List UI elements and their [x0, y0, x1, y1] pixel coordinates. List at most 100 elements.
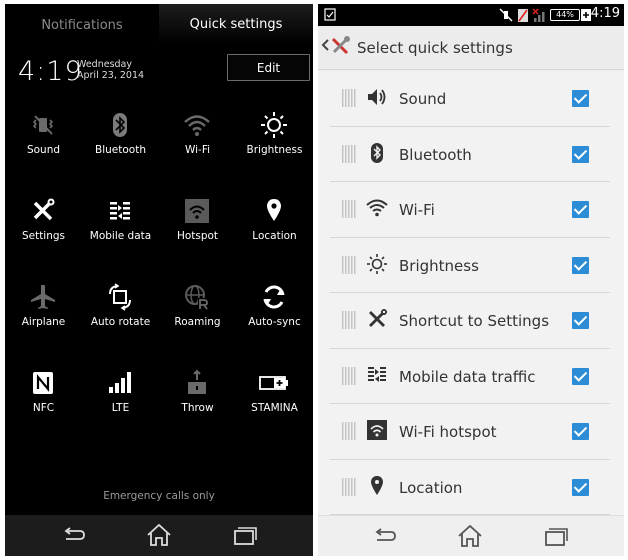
drag-handle-icon[interactable]: [342, 366, 356, 385]
list-item-location[interactable]: Location: [330, 460, 610, 515]
tile-auto-rotate[interactable]: Auto rotate: [82, 278, 159, 340]
nfc-icon: [33, 372, 53, 394]
clock-day: Wednesday: [77, 59, 133, 70]
home-icon[interactable]: [456, 524, 484, 548]
clock-full-date: April 23, 2014: [77, 70, 145, 81]
tile-hotspot[interactable]: Hotspot: [159, 192, 236, 254]
checkbox-bluetooth[interactable]: [572, 145, 589, 163]
clock-time: 4:19: [18, 56, 83, 87]
checkbox-wifi-hotspot[interactable]: [572, 423, 589, 440]
checkbox-shortcut-settings[interactable]: [572, 312, 589, 329]
item-label: Brightness: [399, 256, 479, 275]
tile-label: STAMINA: [251, 402, 298, 414]
item-label: Sound: [399, 90, 447, 108]
tile-auto-sync[interactable]: Auto-sync: [236, 278, 313, 340]
status-bar: 44% 4:19: [318, 4, 624, 26]
list-item-brightness[interactable]: Brightness: [330, 238, 610, 293]
location-icon: [371, 475, 383, 495]
checkbox-brightness[interactable]: [572, 256, 589, 274]
drag-handle-icon[interactable]: [342, 89, 356, 107]
vibrate-off-icon: [32, 115, 54, 135]
tab-quick-settings[interactable]: Quick settings: [159, 4, 313, 46]
emergency-calls-text: Emergency calls only: [103, 490, 215, 502]
vibrate-off-icon: [499, 8, 513, 22]
tile-sound[interactable]: Sound: [5, 106, 82, 168]
status-time: 4:19: [590, 6, 620, 21]
quick-settings-panel: Notifications Quick settings 4:19 Wednes…: [5, 4, 313, 556]
tile-label: Roaming: [174, 316, 221, 328]
tile-mobile-data[interactable]: Mobile data: [82, 192, 159, 254]
back-icon[interactable]: [371, 524, 399, 548]
charging-plus-icon: [581, 9, 591, 21]
recent-apps-icon[interactable]: [541, 524, 569, 548]
tile-label: Auto-sync: [248, 316, 301, 328]
tile-airplane[interactable]: Airplane: [5, 278, 82, 340]
edit-button[interactable]: Edit: [227, 54, 310, 81]
drag-handle-icon[interactable]: [342, 144, 356, 163]
screen-title: Select quick settings: [357, 39, 513, 57]
navigation-bar: [318, 515, 624, 556]
tile-brightness[interactable]: Brightness: [236, 106, 313, 168]
drag-handle-icon[interactable]: [342, 255, 356, 274]
item-label: Mobile data traffic: [399, 367, 536, 386]
home-icon[interactable]: [145, 523, 173, 547]
checkbox-sound[interactable]: [572, 90, 589, 107]
settings-app-icon: [331, 36, 350, 55]
tile-throw[interactable]: Throw: [159, 364, 236, 426]
roaming-icon: [185, 285, 209, 310]
tile-label: Hotspot: [176, 230, 219, 242]
mobile-data-icon: [110, 202, 130, 220]
checkbox-mobile-data-traffic[interactable]: [572, 367, 589, 385]
tile-roaming[interactable]: Roaming: [159, 278, 236, 340]
hotspot-icon: [185, 199, 209, 223]
sync-icon: [263, 285, 285, 309]
mobile-data-icon: [368, 366, 386, 382]
tile-bluetooth[interactable]: Bluetooth: [82, 106, 159, 168]
tile-label: Bluetooth: [95, 144, 146, 156]
tile-label: Sound: [26, 144, 61, 156]
item-label: Bluetooth: [399, 145, 472, 164]
tile-label: NFC: [32, 402, 55, 414]
tile-label: Brightness: [246, 144, 303, 156]
battery-indicator: 44%: [550, 9, 580, 21]
tile-label: Settings: [21, 230, 66, 242]
clock-row: 4:19 Wednesday April 23, 2014 Edit: [5, 52, 313, 92]
drag-handle-icon[interactable]: [342, 311, 356, 329]
wifi-icon: [184, 115, 210, 136]
tile-label: LTE: [111, 402, 130, 414]
tile-label: Auto rotate: [90, 316, 151, 328]
drag-handle-icon[interactable]: [342, 422, 356, 440]
tile-stamina[interactable]: STAMINA: [236, 364, 313, 426]
list-item-wifi[interactable]: Wi-Fi: [330, 182, 610, 238]
list-item-mobile-data-traffic[interactable]: Mobile data traffic: [330, 349, 610, 404]
list-item-wifi-hotspot[interactable]: Wi-Fi hotspot: [330, 404, 610, 460]
recent-apps-icon[interactable]: [230, 523, 258, 547]
tile-label: Mobile data: [89, 230, 152, 242]
checkbox-location[interactable]: [572, 478, 589, 496]
checkbox-wifi[interactable]: [572, 201, 589, 218]
item-label: Wi-Fi: [399, 201, 435, 219]
back-icon[interactable]: [60, 523, 88, 547]
tile-label: Location: [252, 230, 297, 242]
brightness-icon: [367, 253, 387, 274]
select-quick-settings-screen: 44% 4:19 Select quick settings Sound Blu…: [318, 4, 624, 556]
list-item-shortcut-settings[interactable]: Shortcut to Settings: [330, 293, 610, 349]
tab-notifications[interactable]: Notifications: [5, 4, 159, 46]
drag-handle-icon[interactable]: [342, 200, 356, 218]
signal-icon: [109, 372, 131, 393]
tile-nfc[interactable]: NFC: [5, 364, 82, 426]
sound-icon: [368, 89, 386, 105]
tile-wifi[interactable]: Wi-Fi: [159, 106, 236, 168]
signal-icon: [532, 8, 545, 22]
drag-handle-icon[interactable]: [342, 477, 356, 496]
list-item-bluetooth[interactable]: Bluetooth: [330, 127, 610, 182]
notification-check-icon: [324, 8, 336, 21]
list-item-sound[interactable]: Sound: [330, 71, 610, 127]
tile-lte[interactable]: LTE: [82, 364, 159, 426]
settings-tools-icon: [369, 309, 387, 327]
tile-settings[interactable]: Settings: [5, 192, 82, 254]
throw-icon: [188, 369, 206, 394]
sim-icon: [518, 9, 528, 22]
tile-location[interactable]: Location: [236, 192, 313, 254]
bluetooth-icon: [371, 142, 383, 163]
